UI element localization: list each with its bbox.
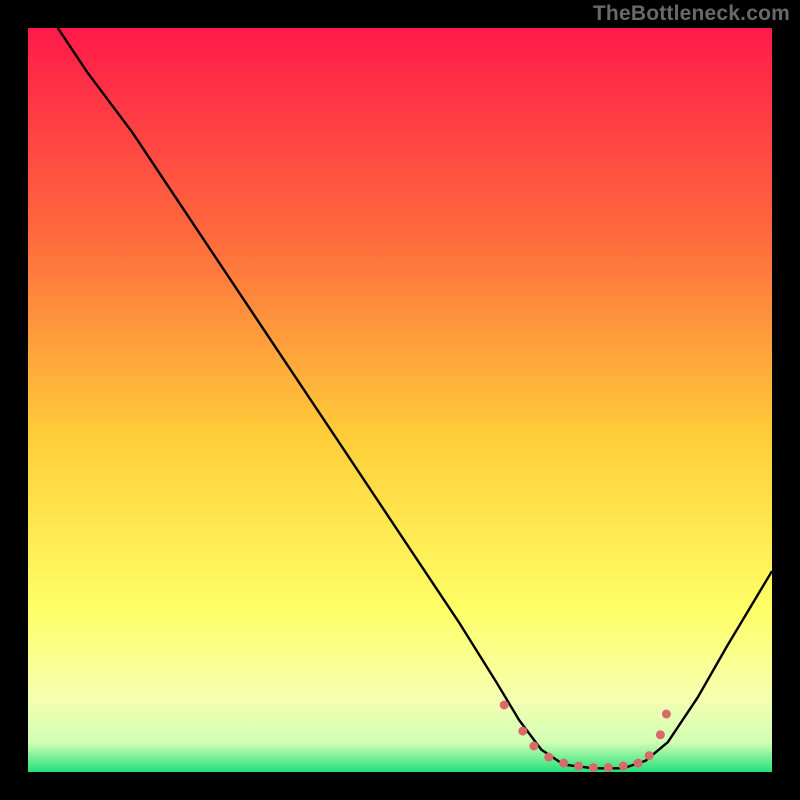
sweet-spot-dot bbox=[619, 762, 628, 771]
sweet-spot-dot bbox=[662, 710, 671, 719]
sweet-spot-dot bbox=[544, 753, 553, 762]
sweet-spot-dot bbox=[574, 762, 583, 771]
chart-plot-area bbox=[28, 28, 772, 772]
watermark-text: TheBottleneck.com bbox=[593, 2, 790, 26]
sweet-spot-dot bbox=[500, 701, 509, 710]
sweet-spot-dot bbox=[529, 742, 538, 751]
gradient-background bbox=[28, 28, 772, 772]
sweet-spot-dot bbox=[518, 727, 527, 736]
sweet-spot-dot bbox=[656, 730, 665, 739]
sweet-spot-dot bbox=[604, 763, 613, 772]
chart-svg bbox=[28, 28, 772, 772]
chart-frame: TheBottleneck.com bbox=[0, 0, 800, 800]
sweet-spot-dot bbox=[559, 759, 568, 768]
sweet-spot-dot bbox=[589, 763, 598, 772]
sweet-spot-dot bbox=[634, 759, 643, 768]
sweet-spot-dot bbox=[645, 751, 654, 760]
